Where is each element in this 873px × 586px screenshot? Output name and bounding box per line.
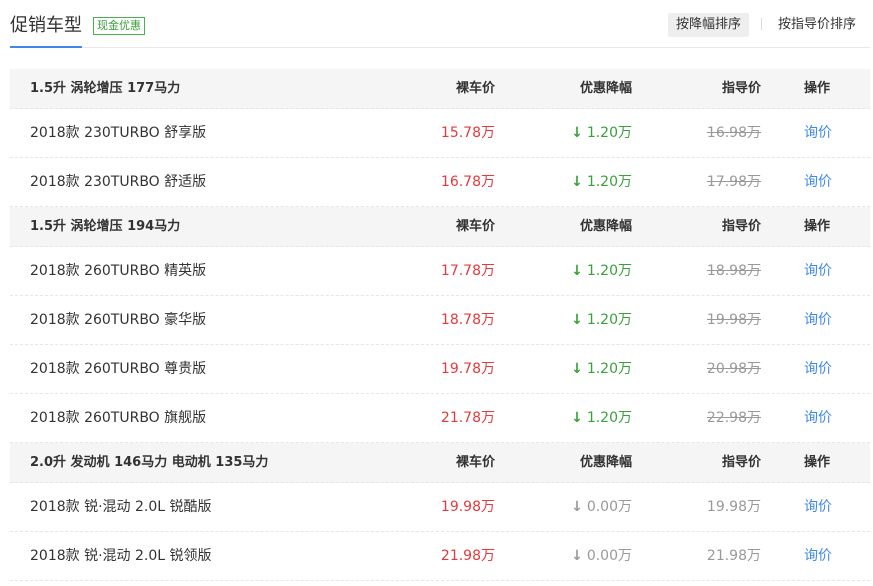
bare-price: 18.78万 xyxy=(440,312,495,328)
model-name: 2018款 230TURBO 舒享版 xyxy=(30,125,207,141)
guide-price: 17.98万 xyxy=(706,174,761,190)
guide-price: 20.98万 xyxy=(706,361,761,377)
down-arrow-icon: ↓ xyxy=(571,125,583,141)
inquire-price-link[interactable]: 询价 xyxy=(804,345,832,394)
col-header-discount: 优惠降幅 xyxy=(579,219,632,234)
guide-price: 18.98万 xyxy=(706,263,761,279)
model-name: 2018款 锐·混动 2.0L 锐酷版 xyxy=(30,499,212,515)
cash-discount-badge: 现金优惠 xyxy=(93,17,145,35)
guide-price: 19.98万 xyxy=(706,312,761,328)
guide-price: 22.98万 xyxy=(706,410,761,426)
discount-value: 1.20万 xyxy=(586,174,632,190)
group-header-row: 2.0升 发动机 146马力 电动机 135马力 裸车价 优惠降幅 指导价 操作 xyxy=(10,443,870,483)
bare-price: 17.78万 xyxy=(440,263,495,279)
col-header-guide-price: 指导价 xyxy=(721,219,761,234)
group-name: 2.0升 发动机 146马力 电动机 135马力 xyxy=(30,455,269,470)
discount-value: 0.00万 xyxy=(586,499,632,515)
discount-value: 1.20万 xyxy=(586,125,632,141)
promo-model-table: 1.5升 涡轮增压 177马力 裸车价 优惠降幅 指导价 操作 2018款 23… xyxy=(10,69,870,581)
down-arrow-icon: ↓ xyxy=(571,410,583,426)
bare-price: 21.78万 xyxy=(440,410,495,426)
inquire-price-link[interactable]: 询价 xyxy=(804,532,832,581)
col-header-action: 操作 xyxy=(804,81,831,96)
discount-value: 1.20万 xyxy=(586,263,632,279)
down-arrow-icon: ↓ xyxy=(571,548,583,564)
inquire-price-link[interactable]: 询价 xyxy=(804,394,832,443)
sort-by-guide-price-button[interactable]: 按指导价排序 xyxy=(770,13,864,37)
model-name: 2018款 260TURBO 尊贵版 xyxy=(30,361,207,377)
table-row: 2018款 260TURBO 精英版 17.78万 ↓ 1.20万 18.98万 … xyxy=(10,247,870,296)
bare-price: 19.78万 xyxy=(440,361,495,377)
col-header-price: 裸车价 xyxy=(455,455,495,470)
inquire-price-link[interactable]: 询价 xyxy=(804,483,832,532)
col-header-guide-price: 指导价 xyxy=(721,81,761,96)
table-row: 2018款 锐·混动 2.0L 锐酷版 19.98万 ↓ 0.00万 19.98万… xyxy=(10,483,870,532)
col-header-action: 操作 xyxy=(804,455,831,470)
inquire-price-link[interactable]: 询价 xyxy=(804,158,832,207)
col-header-action: 操作 xyxy=(804,219,831,234)
title-active-underline xyxy=(10,46,82,48)
col-header-discount: 优惠降幅 xyxy=(579,81,632,96)
sort-by-discount-button[interactable]: 按降幅排序 xyxy=(668,13,750,37)
guide-price: 21.98万 xyxy=(706,548,761,564)
group-name: 1.5升 涡轮增压 177马力 xyxy=(30,81,181,96)
model-name: 2018款 260TURBO 旗舰版 xyxy=(30,410,207,426)
bare-price: 16.78万 xyxy=(440,174,495,190)
table-row: 2018款 260TURBO 旗舰版 21.78万 ↓ 1.20万 22.98万 … xyxy=(10,394,870,443)
group-name: 1.5升 涡轮增压 194马力 xyxy=(30,219,181,234)
page-title: 促销车型 xyxy=(10,15,82,36)
table-row: 2018款 230TURBO 舒享版 15.78万 ↓ 1.20万 16.98万 … xyxy=(10,109,870,158)
guide-price: 19.98万 xyxy=(706,499,761,515)
col-header-guide-price: 指导价 xyxy=(721,455,761,470)
bare-price: 21.98万 xyxy=(440,548,495,564)
discount-value: 1.20万 xyxy=(586,312,632,328)
discount-value: 0.00万 xyxy=(586,548,632,564)
down-arrow-icon: ↓ xyxy=(571,312,583,328)
inquire-price-link[interactable]: 询价 xyxy=(804,109,832,158)
promo-header: 促销车型 现金优惠 按降幅排序 按指导价排序 xyxy=(10,0,870,48)
model-name: 2018款 锐·混动 2.0L 锐领版 xyxy=(30,548,212,564)
bare-price: 19.98万 xyxy=(440,499,495,515)
group-header-row: 1.5升 涡轮增压 194马力 裸车价 优惠降幅 指导价 操作 xyxy=(10,207,870,247)
table-row: 2018款 260TURBO 豪华版 18.78万 ↓ 1.20万 19.98万 … xyxy=(10,296,870,345)
down-arrow-icon: ↓ xyxy=(571,499,583,515)
model-name: 2018款 260TURBO 精英版 xyxy=(30,263,207,279)
discount-amount: ↓ 1.20万 xyxy=(571,296,632,345)
guide-price: 16.98万 xyxy=(706,125,761,141)
col-header-discount: 优惠降幅 xyxy=(579,455,632,470)
down-arrow-icon: ↓ xyxy=(571,361,583,377)
bare-price: 15.78万 xyxy=(440,125,495,141)
discount-value: 1.20万 xyxy=(586,410,632,426)
discount-amount: ↓ 0.00万 xyxy=(571,532,632,581)
table-row: 2018款 230TURBO 舒适版 16.78万 ↓ 1.20万 17.98万 … xyxy=(10,158,870,207)
discount-amount: ↓ 1.20万 xyxy=(571,109,632,158)
sort-divider xyxy=(761,18,762,30)
model-name: 2018款 260TURBO 豪华版 xyxy=(30,312,207,328)
discount-amount: ↓ 1.20万 xyxy=(571,247,632,296)
table-row: 2018款 260TURBO 尊贵版 19.78万 ↓ 1.20万 20.98万 … xyxy=(10,345,870,394)
discount-amount: ↓ 1.20万 xyxy=(571,158,632,207)
down-arrow-icon: ↓ xyxy=(571,174,583,190)
discount-value: 1.20万 xyxy=(586,361,632,377)
table-row: 2018款 锐·混动 2.0L 锐领版 21.98万 ↓ 0.00万 21.98万… xyxy=(10,532,870,581)
discount-amount: ↓ 1.20万 xyxy=(571,345,632,394)
inquire-price-link[interactable]: 询价 xyxy=(804,296,832,345)
col-header-price: 裸车价 xyxy=(455,219,495,234)
discount-amount: ↓ 1.20万 xyxy=(571,394,632,443)
discount-amount: ↓ 0.00万 xyxy=(571,483,632,532)
col-header-price: 裸车价 xyxy=(455,81,495,96)
group-header-row: 1.5升 涡轮增压 177马力 裸车价 优惠降幅 指导价 操作 xyxy=(10,69,870,109)
down-arrow-icon: ↓ xyxy=(571,263,583,279)
inquire-price-link[interactable]: 询价 xyxy=(804,247,832,296)
model-name: 2018款 230TURBO 舒适版 xyxy=(30,174,207,190)
